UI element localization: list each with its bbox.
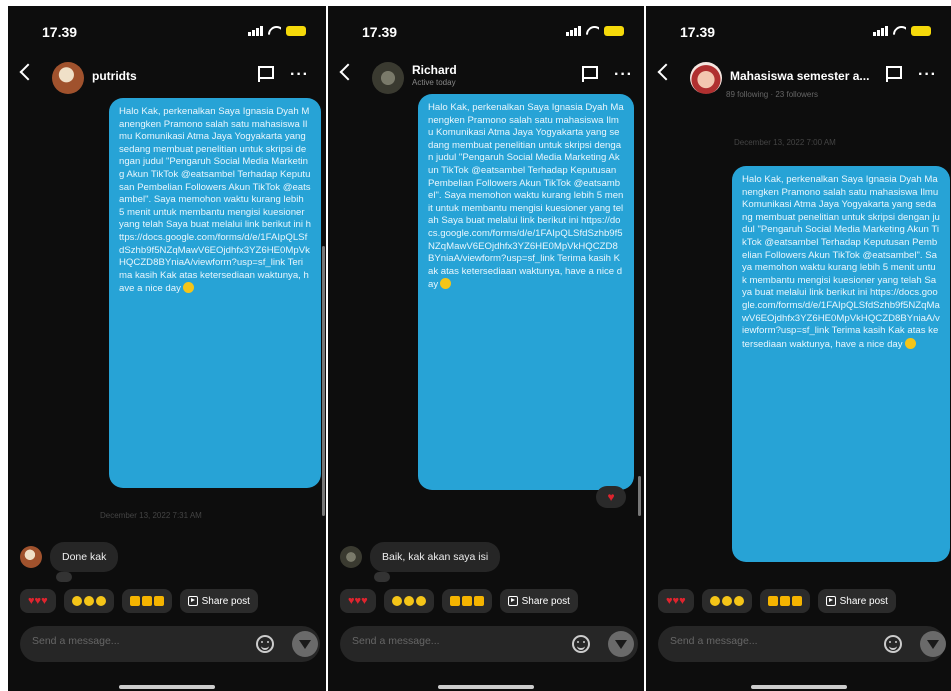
- home-indicator[interactable]: [119, 685, 215, 689]
- message-composer: [20, 626, 320, 662]
- quick-reaction-thumbs[interactable]: [441, 589, 492, 613]
- gift-icon[interactable]: [920, 631, 946, 657]
- wifi-icon: [893, 26, 906, 36]
- wifi-icon: [268, 26, 281, 36]
- active-status: Active today: [412, 78, 456, 87]
- laugh-emoji-icon: [391, 596, 426, 606]
- status-bar: 17.39: [680, 24, 931, 40]
- avatar[interactable]: [690, 62, 722, 94]
- back-arrow-icon[interactable]: [339, 63, 357, 81]
- gift-icon[interactable]: [608, 631, 634, 657]
- flag-icon[interactable]: [582, 66, 598, 82]
- quick-reaction-thumbs[interactable]: [121, 589, 172, 613]
- chat-username[interactable]: Richard: [412, 63, 457, 77]
- message-timestamp: December 13, 2022 7:31 AM: [100, 511, 202, 520]
- laugh-emoji-icon: [71, 596, 106, 606]
- share-post-button[interactable]: Share post: [817, 589, 896, 613]
- message-composer: [340, 626, 638, 662]
- share-post-button[interactable]: Share post: [179, 589, 258, 613]
- share-icon: [187, 596, 198, 606]
- avatar[interactable]: [52, 62, 84, 94]
- thumbs-up-icon: [767, 596, 802, 606]
- chat-screen-putridts: 17.39 putridts ··· Halo Kak, perkenalkan…: [8, 6, 326, 691]
- sent-message-bubble[interactable]: Halo Kak, perkenalkan Saya Ignasia Dyah …: [109, 98, 321, 488]
- share-icon: [825, 596, 836, 606]
- quick-reactions: ♥♥♥ Share post: [658, 589, 947, 613]
- share-icon: [507, 596, 518, 606]
- message-input[interactable]: [352, 635, 502, 647]
- quick-reaction-hearts[interactable]: ♥♥♥: [340, 589, 376, 613]
- smile-emoji-icon: [904, 337, 916, 349]
- smile-emoji-icon: [182, 282, 194, 294]
- avatar[interactable]: [340, 546, 362, 568]
- chat-header: Richard Active today ···: [328, 62, 644, 94]
- quick-reaction-laugh[interactable]: [701, 589, 752, 613]
- thumbs-up-icon: [129, 596, 164, 606]
- battery-icon: [911, 26, 931, 36]
- status-time: 17.39: [680, 24, 716, 40]
- chat-screen-richard: 17.39 Richard Active today ··· Halo Kak,…: [328, 6, 644, 691]
- message-input[interactable]: [670, 635, 820, 647]
- share-post-button[interactable]: Share post: [499, 589, 578, 613]
- quick-reaction-laugh[interactable]: [63, 589, 114, 613]
- back-arrow-icon[interactable]: [19, 63, 37, 81]
- quick-reactions: ♥♥♥ Share post: [20, 589, 322, 613]
- emoji-icon[interactable]: [884, 635, 902, 653]
- scrollbar[interactable]: [638, 476, 641, 516]
- message-input[interactable]: [32, 635, 182, 647]
- message-text: Halo Kak, perkenalkan Saya Ignasia Dyah …: [742, 174, 940, 350]
- received-message[interactable]: Baik, kak akan saya isi: [370, 542, 501, 572]
- back-arrow-icon[interactable]: [657, 63, 675, 81]
- laugh-emoji-icon: [709, 596, 744, 606]
- more-options-icon[interactable]: ···: [918, 66, 937, 84]
- scrollbar[interactable]: [322, 246, 325, 516]
- message-composer: [658, 626, 946, 662]
- more-options-icon[interactable]: ···: [290, 66, 309, 84]
- emoji-icon[interactable]: [572, 635, 590, 653]
- message-text: Halo Kak, perkenalkan Saya Ignasia Dyah …: [428, 102, 624, 291]
- battery-icon: [604, 26, 624, 36]
- home-indicator[interactable]: [438, 685, 534, 689]
- status-time: 17.39: [362, 24, 398, 40]
- chat-username[interactable]: putridts: [92, 69, 137, 83]
- battery-icon: [286, 26, 306, 36]
- sent-message-bubble[interactable]: Halo Kak, perkenalkan Saya Ignasia Dyah …: [418, 94, 634, 490]
- received-message[interactable]: Done kak: [50, 542, 119, 572]
- signal-icon: [248, 26, 263, 36]
- received-message-row: Done kak: [20, 542, 119, 572]
- flag-icon[interactable]: [258, 66, 274, 82]
- quick-reaction-laugh[interactable]: [383, 589, 434, 613]
- chat-screen-mahasiswa: 17.39 Mahasiswa semester a... ··· 89 fol…: [646, 6, 951, 691]
- received-message-row: Baik, kak akan saya isi: [340, 542, 501, 572]
- reaction-pill: [374, 572, 390, 582]
- home-indicator[interactable]: [750, 685, 847, 689]
- avatar[interactable]: [20, 546, 42, 568]
- status-time: 17.39: [42, 24, 78, 40]
- thumbs-up-icon: [449, 596, 484, 606]
- signal-icon: [873, 26, 888, 36]
- profile-stats: 89 following · 23 followers: [726, 90, 819, 99]
- reaction-pill: [56, 572, 72, 582]
- message-text: Halo Kak, perkenalkan Saya Ignasia Dyah …: [119, 106, 311, 295]
- sent-message-bubble[interactable]: Halo Kak, perkenalkan Saya Ignasia Dyah …: [732, 166, 950, 562]
- more-options-icon[interactable]: ···: [614, 66, 633, 84]
- quick-reactions: ♥♥♥ Share post: [340, 589, 640, 613]
- signal-icon: [566, 26, 581, 36]
- avatar[interactable]: [372, 62, 404, 94]
- smile-emoji-icon: [440, 278, 452, 290]
- emoji-icon[interactable]: [256, 635, 274, 653]
- flag-icon[interactable]: [886, 66, 902, 82]
- status-bar: 17.39: [42, 24, 306, 40]
- message-timestamp: December 13, 2022 7:00 AM: [734, 138, 836, 147]
- gift-icon[interactable]: [292, 631, 318, 657]
- quick-reaction-hearts[interactable]: ♥♥♥: [20, 589, 56, 613]
- quick-reaction-thumbs[interactable]: [759, 589, 810, 613]
- chat-username[interactable]: Mahasiswa semester a...: [730, 69, 869, 83]
- status-bar: 17.39: [362, 24, 624, 40]
- wifi-icon: [586, 26, 599, 36]
- quick-reaction-hearts[interactable]: ♥♥♥: [658, 589, 694, 613]
- heart-reaction[interactable]: ♥: [596, 486, 626, 508]
- chat-header: putridts ···: [8, 62, 326, 94]
